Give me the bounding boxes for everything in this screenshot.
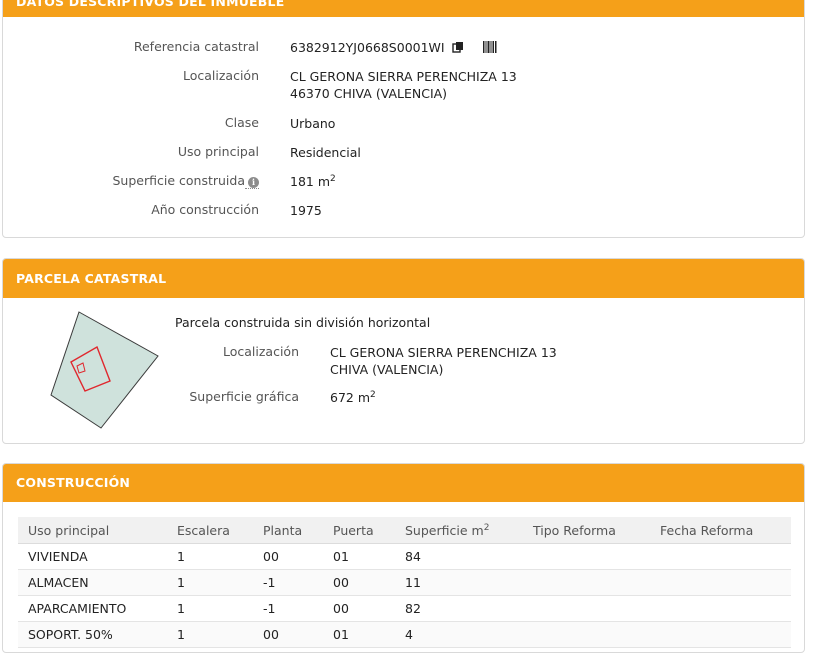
table-cell (523, 569, 650, 596)
construccion-table-body: VIVIENDA 1 00 01 84 ALMACEN 1 -1 00 11 APARCAMIENT… (18, 543, 791, 648)
referencia-value: 6382912YJ0668S0001WI (290, 39, 497, 56)
table-cell: 1 (167, 595, 253, 622)
table-row: SOPORT. 50% 1 00 01 4 (18, 621, 791, 648)
construccion-table: Uso principal Escalera Planta Puerta Sup… (18, 517, 791, 648)
referencia-label: Referencia catastral (133, 39, 259, 54)
table-cell: 4 (395, 621, 523, 648)
localizacion-line2: 46370 CHIVA (VALENCIA) (290, 86, 448, 101)
localizacion-line1: CL GERONA SIERRA PERENCHIZA 13 (290, 69, 517, 84)
uso-value: Residencial (290, 145, 361, 160)
parcel-shape (50, 311, 159, 429)
info-icon-wrap[interactable]: i (245, 173, 259, 189)
descriptivos-panel: DATOS DESCRIPTIVOS DEL INMUEBLE Referenc… (2, 0, 805, 238)
table-cell: 00 (253, 543, 323, 570)
table-cell: SOPORT. 50% (18, 621, 167, 648)
construccion-header: CONSTRUCCIÓN (3, 464, 804, 502)
table-cell: -1 (253, 569, 323, 596)
parcela-localizacion-value: CL GERONA SIERRA PERENCHIZA 13 CHIVA (VA… (330, 344, 557, 378)
parcela-localizacion-label: Localización (222, 344, 299, 359)
table-cell: 84 (395, 543, 523, 570)
table-cell: 1 (167, 543, 253, 570)
table-cell (650, 569, 791, 596)
descriptivos-header: DATOS DESCRIPTIVOS DEL INMUEBLE (3, 0, 804, 17)
parcela-superficie-value: 672 m2 (330, 389, 376, 406)
referencia-text: 6382912YJ0668S0001WI (290, 40, 445, 55)
table-cell: 00 (253, 621, 323, 648)
parcela-header: PARCELA CATASTRAL (3, 259, 804, 298)
anio-label: Año construcción (151, 202, 259, 217)
table-cell: APARCAMIENTO (18, 595, 167, 622)
superficie-exp: 2 (330, 174, 336, 184)
parcel-map-image[interactable] (43, 307, 173, 432)
parcela-superficie-exp: 2 (370, 390, 376, 400)
table-cell: 11 (395, 569, 523, 596)
col-superficie-exp: 2 (483, 522, 490, 533)
localizacion-value: CL GERONA SIERRA PERENCHIZA 13 46370 CHI… (290, 68, 517, 102)
parcela-superficie-label: Superficie gráfica (189, 389, 299, 404)
parcela-title: PARCELA CATASTRAL (16, 271, 167, 286)
table-row: ALMACEN 1 -1 00 11 (18, 569, 791, 596)
construccion-panel: CONSTRUCCIÓN Uso principal Escalera Plan… (2, 463, 805, 653)
clase-label: Clase (224, 115, 259, 130)
table-cell (650, 543, 791, 570)
clase-value: Urbano (290, 116, 336, 131)
table-cell: VIVIENDA (18, 543, 167, 570)
parcela-superficie-text: 672 m (330, 390, 371, 405)
table-cell: 01 (323, 621, 395, 648)
table-row: VIVIENDA 1 00 01 84 (18, 543, 791, 570)
anio-value: 1975 (290, 203, 322, 218)
col-fecha-reforma: Fecha Reforma (650, 517, 791, 544)
table-cell: 1 (167, 569, 253, 596)
copy-icon[interactable] (451, 41, 464, 53)
col-superficie-text: Superficie m (405, 522, 484, 538)
table-cell (650, 621, 791, 648)
superficie-value: 181 m2 (290, 173, 336, 190)
table-row: APARCAMIENTO 1 -1 00 82 (18, 595, 791, 622)
superficie-value-text: 181 m (290, 174, 331, 189)
info-icon[interactable]: i (248, 177, 259, 188)
col-puerta: Puerta (323, 517, 395, 544)
superficie-label: Superficie construida i (112, 173, 259, 189)
table-cell (523, 543, 650, 570)
table-cell (523, 621, 650, 648)
table-cell: 01 (323, 543, 395, 570)
uso-label: Uso principal (177, 144, 259, 159)
table-header-row: Uso principal Escalera Planta Puerta Sup… (18, 517, 791, 544)
col-planta: Planta (253, 517, 323, 544)
table-cell: 1 (167, 621, 253, 648)
table-cell: -1 (253, 595, 323, 622)
table-cell: 00 (323, 569, 395, 596)
col-superficie: Superficie m2 (395, 517, 523, 544)
superficie-label-text: Superficie construida (112, 173, 246, 188)
table-cell: 00 (323, 595, 395, 622)
parcela-localizacion-line1: CL GERONA SIERRA PERENCHIZA 13 (330, 345, 557, 360)
col-escalera: Escalera (167, 517, 253, 544)
barcode-icon[interactable] (482, 41, 497, 53)
construccion-title: CONSTRUCCIÓN (16, 475, 131, 490)
table-cell: ALMACEN (18, 569, 167, 596)
localizacion-label: Localización (182, 68, 259, 83)
table-cell (650, 595, 791, 622)
col-tipo-reforma: Tipo Reforma (523, 517, 650, 544)
table-cell: 82 (395, 595, 523, 622)
parcela-panel: PARCELA CATASTRAL Parcela construida sin… (2, 258, 805, 444)
table-cell (523, 595, 650, 622)
parcela-localizacion-line2: CHIVA (VALENCIA) (330, 362, 444, 377)
col-uso: Uso principal (18, 517, 167, 544)
descriptivos-title: DATOS DESCRIPTIVOS DEL INMUEBLE (16, 0, 285, 9)
parcela-subtitle: Parcela construida sin división horizont… (175, 315, 431, 330)
